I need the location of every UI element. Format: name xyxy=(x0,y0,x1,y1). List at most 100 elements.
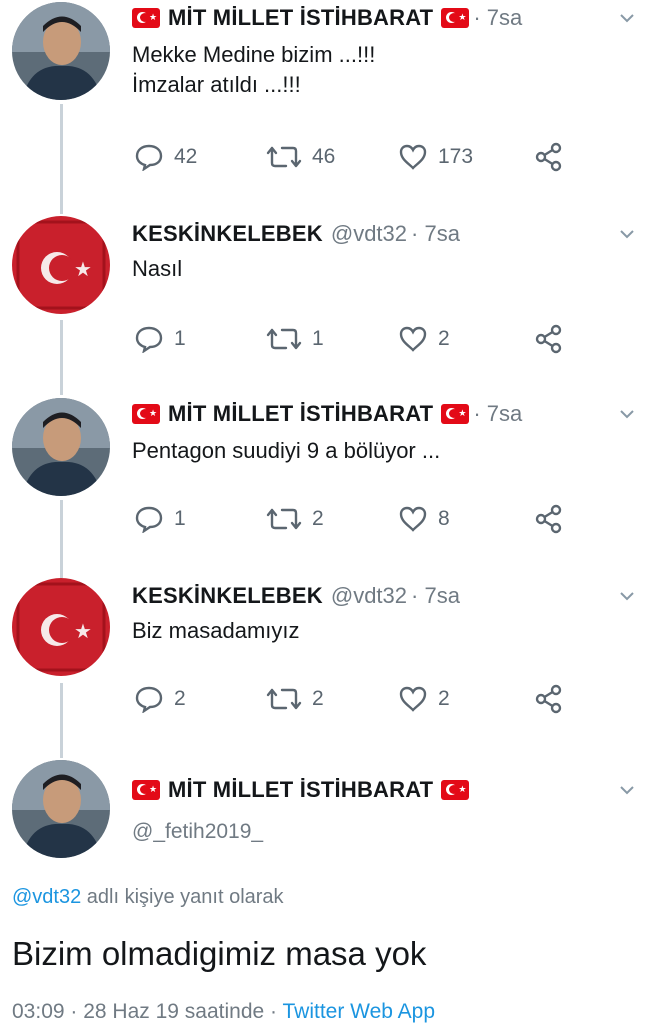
like-button[interactable]: 8 xyxy=(398,505,534,533)
retweet-icon xyxy=(266,146,302,168)
turkish-flag-icon: ★ xyxy=(441,404,470,424)
tweet[interactable]: ★ KESKİNKELEBEK @vdt32 · 7sa Biz masadam… xyxy=(0,578,647,748)
like-button[interactable]: 2 xyxy=(398,325,534,353)
avatar-mit[interactable] xyxy=(12,398,110,496)
reply-context-label: adlı kişiye yanıt olarak xyxy=(81,886,284,908)
display-name[interactable]: KESKİNKELEBEK xyxy=(132,583,323,609)
tweet-text-line: Pentagon suudiyi 9 a bölüyor ... xyxy=(132,438,441,463)
tweet[interactable]: ★ KESKİNKELEBEK @vdt32 · 7sa Nasıl 1 1 2 xyxy=(0,216,647,386)
turkish-flag-icon: ★ xyxy=(441,780,470,800)
timestamp[interactable]: · 7sa xyxy=(411,221,460,247)
heart-icon xyxy=(399,326,427,352)
chevron-down-icon[interactable] xyxy=(617,586,637,606)
reply-bubble-icon xyxy=(135,144,163,171)
tweet-text-line: İmzalar atıldı ...!!! xyxy=(132,72,301,97)
reply-bubble-icon xyxy=(135,326,163,353)
user-handle[interactable]: @vdt32 xyxy=(331,583,407,609)
tweet[interactable]: ★ MİT MİLLET İSTİHBARAT ★ · 7sa Pentagon… xyxy=(0,396,647,566)
turkish-flag-icon: ★ xyxy=(132,404,160,424)
chevron-down-icon[interactable] xyxy=(617,224,637,244)
like-count: 2 xyxy=(438,327,450,350)
chevron-down-icon[interactable] xyxy=(617,8,637,28)
chevron-down-icon[interactable] xyxy=(617,780,637,800)
avatar-mit[interactable] xyxy=(12,760,110,858)
like-count: 173 xyxy=(438,145,474,168)
retweet-count: 46 xyxy=(312,145,336,168)
reply-button[interactable]: 2 xyxy=(134,685,266,713)
retweet-button[interactable]: 46 xyxy=(266,144,398,170)
display-name[interactable]: KESKİNKELEBEK xyxy=(132,221,323,247)
action-bar: 1 2 8 xyxy=(134,504,564,534)
like-button[interactable]: 173 xyxy=(398,143,534,171)
avatar-keskinkelebek[interactable]: ★ xyxy=(12,578,110,676)
heart-icon xyxy=(399,144,427,170)
reply-mention-link[interactable]: @vdt32 xyxy=(12,886,81,908)
reply-button[interactable]: 42 xyxy=(134,143,266,171)
tweet-header: KESKİNKELEBEK @vdt32 · 7sa xyxy=(132,216,607,252)
tweet-text: Mekke Medine bizim ...!!! İmzalar atıldı… xyxy=(132,40,617,100)
share-icon xyxy=(535,684,562,714)
action-bar: 1 1 2 xyxy=(134,324,564,354)
user-handle[interactable]: @_fetih2019_ xyxy=(132,820,263,844)
retweet-icon xyxy=(266,688,302,710)
tweet[interactable]: ★ MİT MİLLET İSTİHBARAT ★ · 7sa Mekke Me… xyxy=(0,0,647,200)
tweet-meta: 03:09 · 28 Haz 19 saatinde · Twitter Web… xyxy=(12,1000,435,1024)
svg-text:★: ★ xyxy=(74,619,92,643)
tweet-time[interactable]: 03:09 xyxy=(12,1000,65,1023)
retweet-count: 2 xyxy=(312,507,324,530)
share-icon xyxy=(535,324,562,354)
share-icon xyxy=(535,504,562,534)
share-button[interactable] xyxy=(534,684,564,714)
reply-count: 42 xyxy=(174,145,198,168)
share-icon xyxy=(535,142,562,172)
retweet-count: 2 xyxy=(312,687,324,710)
like-count: 2 xyxy=(438,687,450,710)
tweet-header: ★ MİT MİLLET İSTİHBARAT ★ · 7sa xyxy=(132,0,607,36)
action-bar: 42 46 173 xyxy=(134,142,564,172)
reply-button[interactable]: 1 xyxy=(134,325,266,353)
tweet-text: Biz masadamıyız xyxy=(132,616,617,646)
display-name[interactable]: MİT MİLLET İSTİHBARAT xyxy=(168,401,433,427)
tweet-text-line: Biz masadamıyız xyxy=(132,618,300,643)
svg-text:★: ★ xyxy=(74,257,92,281)
retweet-button[interactable]: 2 xyxy=(266,686,398,712)
tweet-text-line: Nasıl xyxy=(132,256,183,281)
tweet-header: KESKİNKELEBEK @vdt32 · 7sa xyxy=(132,578,607,614)
tweet-text: Nasıl xyxy=(132,254,617,284)
timestamp[interactable]: · 7sa xyxy=(473,401,522,427)
tweet-header: ★ MİT MİLLET İSTİHBARAT ★ xyxy=(132,772,607,808)
display-name[interactable]: MİT MİLLET İSTİHBARAT xyxy=(168,777,433,803)
reply-count: 1 xyxy=(174,327,186,350)
tweet-date[interactable]: · 28 Haz 19 saatinde · xyxy=(70,1000,277,1023)
timestamp[interactable]: · 7sa xyxy=(473,5,522,31)
like-count: 8 xyxy=(438,507,450,530)
main-tweet-text: Bizim olmadigimiz masa yok xyxy=(12,935,427,972)
user-handle[interactable]: @vdt32 xyxy=(331,221,407,247)
avatar-keskinkelebek[interactable]: ★ xyxy=(12,216,110,314)
reply-bubble-icon xyxy=(135,506,163,533)
retweet-button[interactable]: 1 xyxy=(266,326,398,352)
tweet-text: Pentagon suudiyi 9 a bölüyor ... xyxy=(132,436,617,466)
chevron-down-icon[interactable] xyxy=(617,404,637,424)
tweet-header: ★ MİT MİLLET İSTİHBARAT ★ · 7sa xyxy=(132,396,607,432)
avatar-mit[interactable] xyxy=(12,2,110,100)
timestamp[interactable]: · 7sa xyxy=(411,583,460,609)
turkish-flag-icon: ★ xyxy=(441,8,470,28)
display-name[interactable]: MİT MİLLET İSTİHBARAT xyxy=(168,5,433,31)
retweet-button[interactable]: 2 xyxy=(266,506,398,532)
like-button[interactable]: 2 xyxy=(398,685,534,713)
action-bar: 2 2 2 xyxy=(134,684,564,714)
heart-icon xyxy=(399,506,427,532)
retweet-icon xyxy=(266,328,302,350)
share-button[interactable] xyxy=(534,504,564,534)
reply-count: 1 xyxy=(174,507,186,530)
retweet-count: 1 xyxy=(312,327,324,350)
turkish-flag-icon: ★ xyxy=(132,780,160,800)
retweet-icon xyxy=(266,508,302,530)
reply-button[interactable]: 1 xyxy=(134,505,266,533)
share-button[interactable] xyxy=(534,142,564,172)
source-app-link[interactable]: Twitter Web App xyxy=(283,1000,436,1023)
share-button[interactable] xyxy=(534,324,564,354)
tweet-text-line: Mekke Medine bizim ...!!! xyxy=(132,42,376,67)
reply-bubble-icon xyxy=(135,686,163,713)
